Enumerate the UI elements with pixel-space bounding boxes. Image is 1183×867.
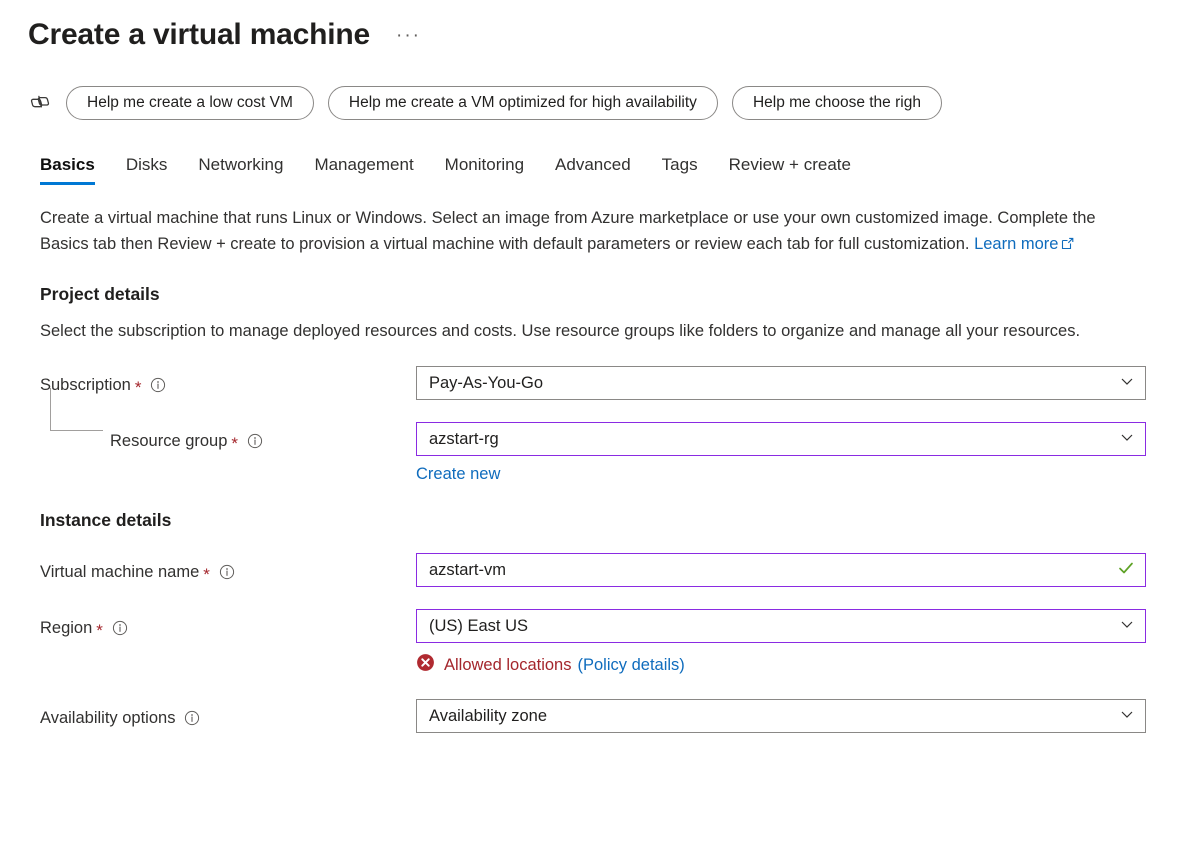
required-asterisk: *: [203, 564, 210, 584]
tab-basics[interactable]: Basics: [40, 154, 95, 185]
tab-advanced[interactable]: Advanced: [555, 154, 631, 185]
tab-management[interactable]: Management: [314, 154, 413, 185]
availability-options-value: Availability zone: [429, 706, 548, 725]
learn-more-link[interactable]: Learn more: [974, 235, 1058, 253]
chevron-down-icon: [1119, 706, 1135, 727]
page-header: Create a virtual machine ···: [0, 0, 1183, 58]
subscription-label: Subscription: [40, 376, 131, 394]
copilot-prompt-choose-right[interactable]: Help me choose the righ: [731, 86, 942, 120]
info-icon[interactable]: [150, 377, 166, 393]
wizard-tabs: Basics Disks Networking Management Monit…: [0, 149, 1183, 185]
required-asterisk: *: [134, 377, 142, 397]
availability-options-row: Availability options Availability zone: [40, 699, 1153, 733]
info-icon[interactable]: [247, 433, 263, 449]
tab-tags[interactable]: Tags: [662, 154, 698, 185]
region-value: (US) East US: [429, 616, 529, 635]
tab-disks[interactable]: Disks: [126, 154, 168, 185]
project-details-heading: Project details: [40, 284, 160, 304]
resource-group-field-col: azstart-rg Create new: [416, 422, 1146, 484]
subscription-dropdown[interactable]: Pay-As-You-Go: [416, 366, 1146, 400]
vm-name-row: Virtual machine name * azstart-vm: [40, 553, 1153, 587]
basics-tab-panel: Create a virtual machine that runs Linux…: [0, 205, 1183, 733]
chevron-down-icon: [1119, 616, 1135, 637]
policy-details-link[interactable]: (Policy details): [578, 656, 685, 675]
create-new-resource-group-link-wrap: Create new: [416, 465, 1146, 484]
external-link-icon: [1061, 232, 1074, 258]
intro-paragraph: Create a virtual machine that runs Linux…: [40, 205, 1140, 258]
instance-details-heading: Instance details: [40, 510, 172, 530]
availability-options-dropdown[interactable]: Availability zone: [416, 699, 1146, 733]
subscription-field-col: Pay-As-You-Go: [416, 366, 1146, 400]
vm-name-label-group: Virtual machine name *: [40, 553, 416, 583]
tab-review-create[interactable]: Review + create: [729, 154, 851, 185]
region-label: Region: [40, 619, 93, 637]
page-title: Create a virtual machine: [28, 18, 371, 51]
vm-name-value: azstart-vm: [429, 560, 507, 579]
tab-networking[interactable]: Networking: [198, 154, 283, 185]
region-row: Region * (US) East US Allowed locations …: [40, 609, 1153, 677]
resource-group-label-group: Resource group *: [40, 422, 416, 452]
resource-group-value: azstart-rg: [429, 429, 499, 448]
tab-monitoring[interactable]: Monitoring: [445, 154, 524, 185]
error-icon: [416, 653, 435, 677]
info-icon[interactable]: [112, 620, 128, 636]
create-new-link[interactable]: Create new: [416, 465, 500, 483]
availability-options-field-col: Availability zone: [416, 699, 1146, 733]
region-dropdown[interactable]: (US) East US: [416, 609, 1146, 643]
more-commands-button[interactable]: ···: [396, 26, 421, 45]
copilot-prompt-low-cost-vm[interactable]: Help me create a low cost VM: [66, 86, 314, 120]
required-asterisk: *: [231, 433, 239, 453]
subscription-value: Pay-As-You-Go: [429, 373, 544, 392]
project-details-description: Select the subscription to manage deploy…: [40, 322, 1081, 340]
resource-group-dropdown[interactable]: azstart-rg: [416, 422, 1146, 456]
resource-group-row: Resource group * azstart-rg Create new: [40, 388, 1153, 484]
availability-options-label: Availability options: [40, 709, 176, 727]
chevron-down-icon: [1119, 373, 1135, 394]
region-validation-message: Allowed locations (Policy details): [416, 653, 1146, 677]
resource-group-label: Resource group: [110, 432, 228, 450]
info-icon[interactable]: [184, 710, 200, 726]
copilot-suggestions-bar: Help me create a low cost VM Help me cre…: [0, 84, 1183, 122]
region-label-group: Region *: [40, 609, 416, 639]
info-icon[interactable]: [219, 564, 235, 580]
intro-text: Create a virtual machine that runs Linux…: [40, 209, 1096, 253]
availability-options-label-group: Availability options: [40, 699, 416, 729]
copilot-prompt-high-availability[interactable]: Help me create a VM optimized for high a…: [327, 86, 718, 120]
success-check-icon: [1117, 559, 1135, 582]
copilot-icon[interactable]: [27, 90, 53, 116]
chevron-down-icon: [1119, 429, 1135, 450]
vm-name-input[interactable]: azstart-vm: [416, 553, 1146, 587]
error-text: Allowed locations: [444, 655, 572, 674]
vm-name-field-col: azstart-vm: [416, 553, 1146, 587]
subscription-label-group: Subscription *: [40, 366, 416, 396]
region-field-col: (US) East US Allowed locations (Policy d…: [416, 609, 1146, 677]
required-asterisk: *: [96, 620, 103, 640]
subscription-row: Subscription * Pay-As-You-Go: [40, 366, 1153, 400]
vm-name-label: Virtual machine name: [40, 563, 200, 581]
